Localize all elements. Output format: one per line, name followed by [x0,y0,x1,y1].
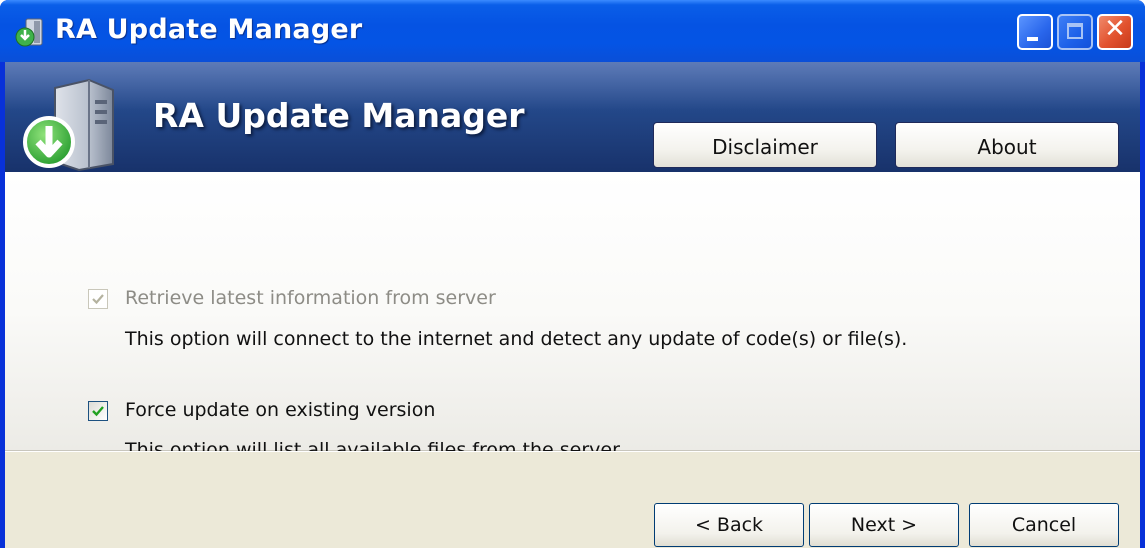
minimize-button[interactable] [1017,14,1053,50]
retrieve-latest-label: Retrieve latest information from server [125,287,496,309]
banner-title: RA Update Manager [153,96,525,135]
disclaimer-button[interactable]: Disclaimer [653,122,877,168]
options-panel: Retrieve latest information from server … [5,172,1140,461]
app-icon [15,18,43,47]
cancel-button[interactable]: Cancel [969,503,1119,547]
wizard-footer: < Back Next > Cancel [5,451,1140,548]
close-button[interactable]: ✕ [1097,14,1133,50]
checkmark-icon [92,294,104,305]
title-bar[interactable]: RA Update Manager ✕ [0,0,1145,62]
back-button[interactable]: < Back [654,503,804,547]
retrieve-latest-checkbox[interactable] [88,289,108,309]
about-button[interactable]: About [895,122,1119,168]
force-update-checkbox[interactable] [88,401,108,421]
force-update-label: Force update on existing version [125,399,436,421]
checkmark-icon [92,406,104,417]
next-button[interactable]: Next > [809,503,959,547]
close-icon: ✕ [1104,14,1126,44]
app-window: RA Update Manager ✕ RA Update Manager Di… [0,0,1145,548]
header-banner: RA Update Manager Disclaimer About [5,62,1140,172]
client-area: RA Update Manager Disclaimer About Retri… [5,62,1140,548]
server-download-icon [23,78,114,172]
footer-divider [5,451,1140,452]
retrieve-latest-description: This option will connect to the internet… [125,328,908,350]
maximize-button[interactable] [1057,14,1093,50]
window-title: RA Update Manager [55,14,363,45]
